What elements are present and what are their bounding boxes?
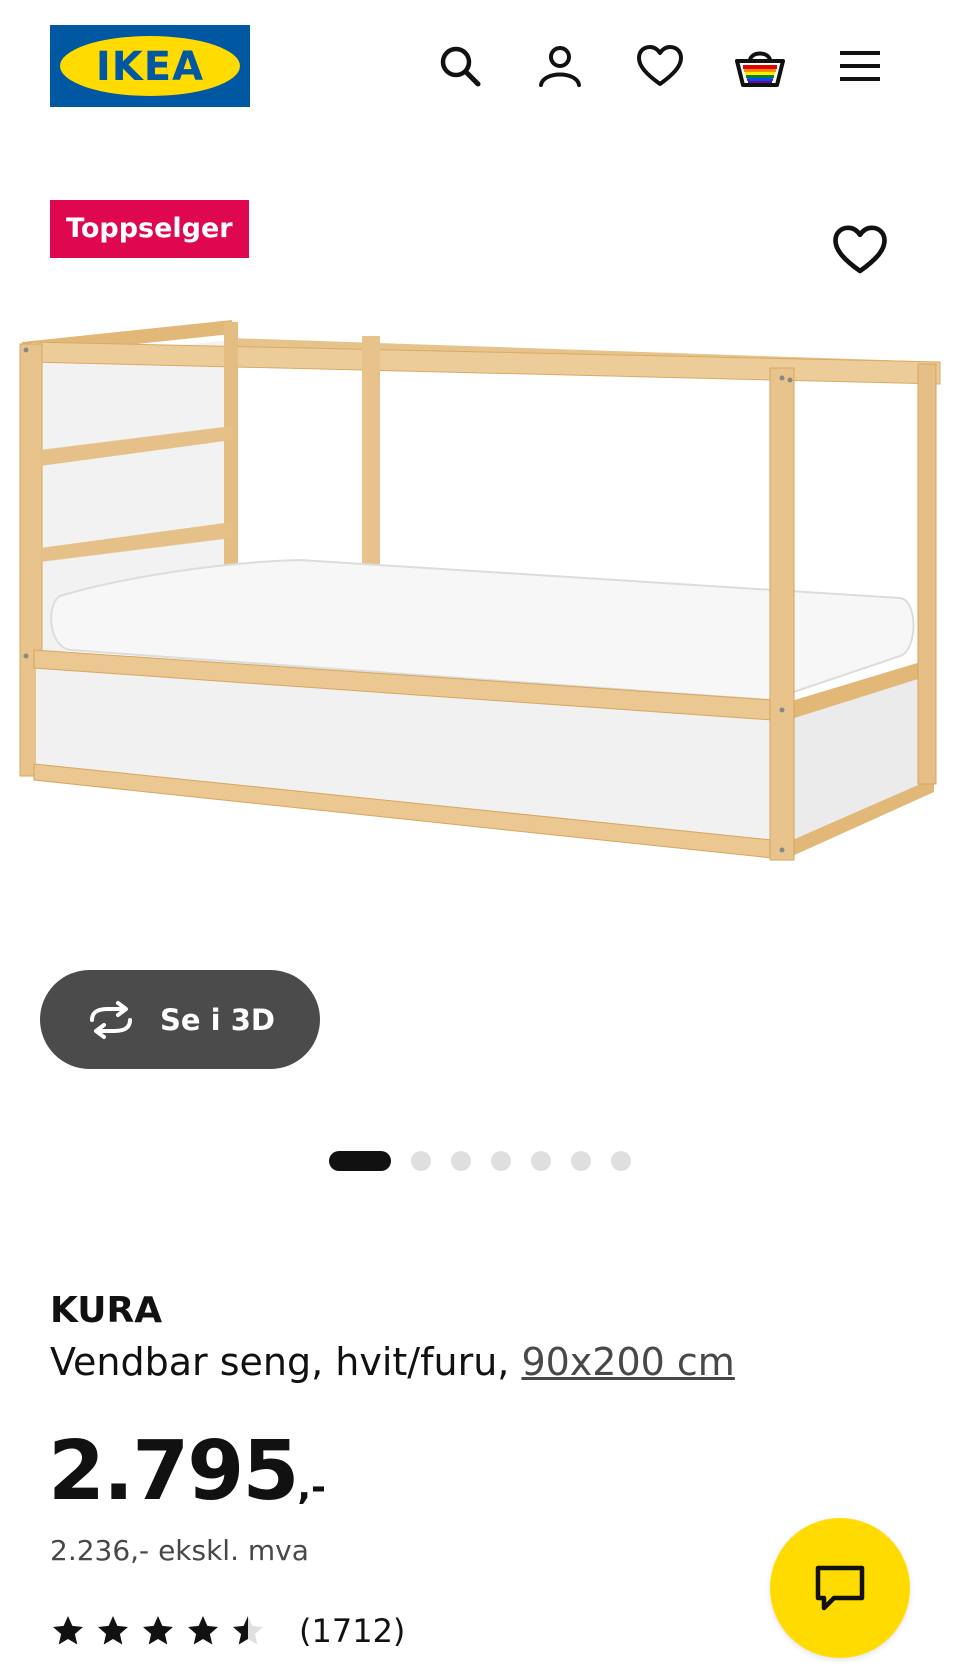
carousel-dot[interactable] (491, 1151, 511, 1171)
svg-text:IKEA: IKEA (96, 44, 204, 90)
product-description: Vendbar seng, hvit/furu, 90x200 cm (50, 1340, 735, 1384)
carousel-dot[interactable] (571, 1151, 591, 1171)
product-size-link[interactable]: 90x200 cm (521, 1340, 734, 1384)
star-icon (143, 1616, 173, 1645)
favourites-icon[interactable] (634, 40, 686, 92)
account-icon[interactable] (534, 40, 586, 92)
chat-button[interactable] (770, 1518, 910, 1658)
product-rating[interactable]: (1712) (50, 1612, 405, 1650)
view-3d-button[interactable]: Se i 3D (40, 970, 320, 1069)
price-suffix: ,- (297, 1467, 326, 1508)
rotate-3d-icon (84, 1000, 138, 1040)
top-seller-badge: Toppselger (50, 200, 249, 258)
image-carousel-indicator (329, 1150, 631, 1172)
review-count: (1712) (299, 1612, 406, 1650)
menu-icon[interactable] (834, 40, 886, 92)
star-icon (98, 1616, 128, 1645)
product-type: Vendbar seng, hvit/furu, (50, 1340, 510, 1384)
chat-bubble-icon (815, 1565, 865, 1611)
price-main: 2.795 (48, 1424, 299, 1519)
product-price: 2.795,- (48, 1424, 326, 1519)
shopping-bag-icon[interactable] (734, 40, 786, 92)
product-name: KURA (50, 1290, 163, 1331)
top-header: IKEA (0, 0, 960, 130)
carousel-dot[interactable] (411, 1151, 431, 1171)
price-ex-vat: 2.236,- ekskl. mva (50, 1534, 309, 1567)
view-3d-label: Se i 3D (160, 1002, 275, 1037)
carousel-dot[interactable] (451, 1151, 471, 1171)
add-to-favourites-icon[interactable] (832, 224, 888, 280)
carousel-dot[interactable] (531, 1151, 551, 1171)
search-icon[interactable] (434, 40, 486, 92)
carousel-dot[interactable] (611, 1151, 631, 1171)
star-icon (53, 1616, 83, 1645)
ikea-logo[interactable]: IKEA (50, 25, 250, 107)
star-icon (188, 1616, 218, 1645)
product-image[interactable] (0, 300, 960, 950)
carousel-dot-active[interactable] (329, 1151, 391, 1171)
half-star-icon (233, 1616, 263, 1645)
